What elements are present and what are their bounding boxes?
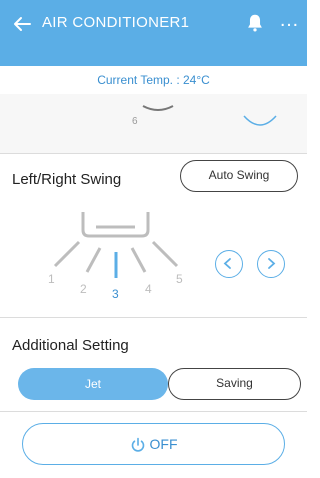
- swing-next-button[interactable]: [257, 250, 285, 278]
- current-temperature: Current Temp. : 24°C: [0, 66, 307, 94]
- back-arrow-icon[interactable]: [10, 12, 34, 36]
- chevron-left-icon: [223, 258, 231, 269]
- power-icon: [131, 437, 144, 453]
- section-divider-2: [0, 411, 307, 412]
- partial-controls-graphic: [142, 105, 277, 126]
- louver-line-1: [53, 240, 81, 268]
- louver-line-2: [85, 247, 102, 273]
- partial-tick-label: 6: [132, 116, 138, 127]
- swing-position-selector[interactable]: 1 2 3 4 5: [0, 198, 307, 308]
- louver-line-4: [130, 247, 147, 273]
- previous-section-partial: 6: [0, 94, 307, 154]
- more-options-icon[interactable]: …: [279, 10, 299, 30]
- page-title: AIR CONDITIONER1: [42, 14, 190, 31]
- auto-swing-button[interactable]: Auto Swing: [180, 160, 298, 192]
- chevron-right-icon: [268, 258, 276, 269]
- section-divider: [0, 317, 307, 318]
- swing-position-3[interactable]: 3: [112, 287, 119, 301]
- app-header: AIR CONDITIONER1 …: [0, 0, 307, 66]
- swing-position-2[interactable]: 2: [80, 282, 87, 296]
- swing-label: Left/Right Swing: [12, 171, 122, 188]
- swing-position-4[interactable]: 4: [145, 282, 152, 296]
- jet-button[interactable]: Jet: [18, 368, 168, 400]
- power-label: OFF: [149, 436, 178, 452]
- swing-position-1[interactable]: 1: [48, 272, 55, 286]
- additional-setting-label: Additional Setting: [12, 337, 129, 354]
- swing-prev-button[interactable]: [215, 250, 243, 278]
- bell-icon[interactable]: [244, 12, 266, 34]
- saving-button[interactable]: Saving: [168, 368, 301, 400]
- louver-line-5: [151, 240, 179, 268]
- power-off-button[interactable]: OFF: [22, 423, 285, 465]
- swing-position-5[interactable]: 5: [176, 272, 183, 286]
